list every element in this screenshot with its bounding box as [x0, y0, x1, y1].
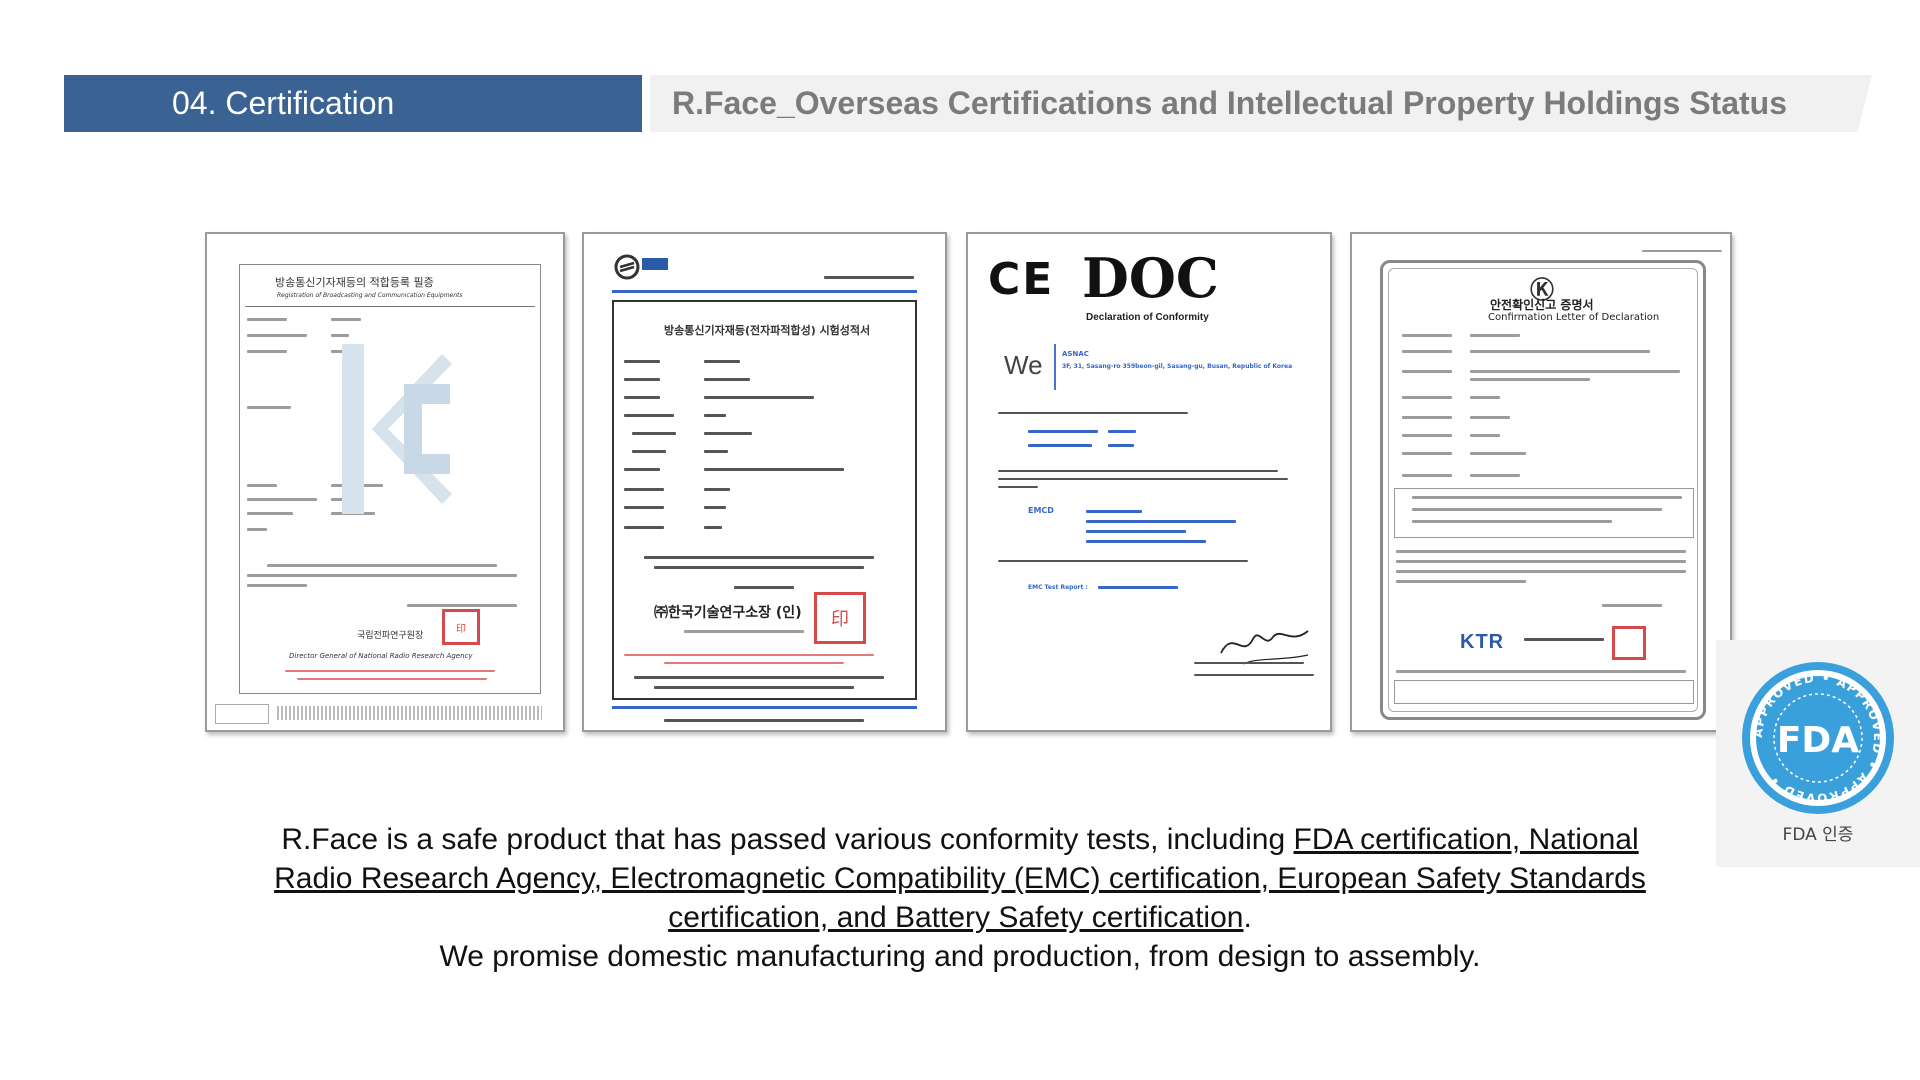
certificate-issuer-en: Director General of National Radio Resea…	[289, 652, 473, 660]
certificate-kti-emc-report: KTI 방송통신기자재등(전자파적합성) 시험성적서 ㈜한국기술연구소장 (인)…	[582, 232, 947, 732]
page-title-text: R.Face_Overseas Certifications and Intel…	[672, 85, 1787, 121]
certificate-title-ko: 방송통신기자재등(전자파적합성) 시험성적서	[664, 324, 871, 337]
red-seal-icon: 印	[814, 592, 866, 644]
description-paragraph: R.Face is a safe product that has passed…	[250, 820, 1670, 976]
section-label: 04. Certification	[64, 75, 642, 132]
emcd-label: EMCD	[1028, 506, 1054, 515]
ktr-logo: KTR	[1460, 631, 1505, 653]
certificate-ktr-safety: Ⓚ 안전확인신고 증명서 Confirmation Letter of Decl…	[1350, 232, 1732, 732]
page-title: R.Face_Overseas Certifications and Intel…	[650, 75, 1872, 132]
fda-badge-card: APPROVED • APPROVED • APPROVED • FDA FDA…	[1716, 640, 1920, 867]
certificate-issuer: 국립전파연구원장	[357, 631, 424, 641]
fda-center-text: FDA	[1777, 720, 1859, 761]
certificate-title-ko: 방송통신기자재등의 적합등록 필증	[275, 276, 434, 289]
company-name: ASNAC	[1062, 350, 1089, 358]
fda-badge-label: FDA 인증	[1782, 825, 1854, 845]
fda-approved-seal-icon: APPROVED • APPROVED • APPROVED • FDA	[1742, 662, 1894, 814]
red-seal-icon: 印	[442, 609, 480, 645]
ce-mark: CE	[988, 254, 1055, 305]
description-line2: We promise domestic manufacturing and pr…	[439, 940, 1481, 973]
certificate-subtitle: Declaration of Conformity	[1086, 312, 1209, 323]
certificate-title-en: Registration of Broadcasting and Communi…	[277, 292, 463, 299]
emc-report-label: EMC Test Report :	[1028, 584, 1088, 591]
we-label: We	[1004, 350, 1043, 380]
kc-mark-icon	[342, 344, 452, 514]
certificate-issuer: ㈜한국기술연구소장 (인)	[654, 605, 802, 621]
certificate-kc-registration: 방송통신기자재등의 적합등록 필증 Registration of Broadc…	[205, 232, 565, 732]
company-address: 3F, 31, Sasang-ro 359beon-gil, Sasang-gu…	[1062, 363, 1293, 370]
certificate-title-ko: 안전확인신고 증명서	[1490, 298, 1594, 312]
red-seal-icon	[1612, 626, 1646, 660]
section-label-text: 04. Certification	[172, 85, 395, 121]
kti-logo-text: KTI	[642, 244, 661, 255]
certificate-title: DOC	[1082, 246, 1219, 310]
description-lead: R.Face is a safe product that has passed…	[281, 823, 1294, 856]
certificate-ce-doc: CE DOC Declaration of Conformity We ASNA…	[966, 232, 1332, 732]
description-tail: .	[1243, 901, 1252, 934]
certificate-title-en: Confirmation Letter of Declaration	[1488, 312, 1660, 323]
kti-logo-icon	[614, 254, 668, 280]
